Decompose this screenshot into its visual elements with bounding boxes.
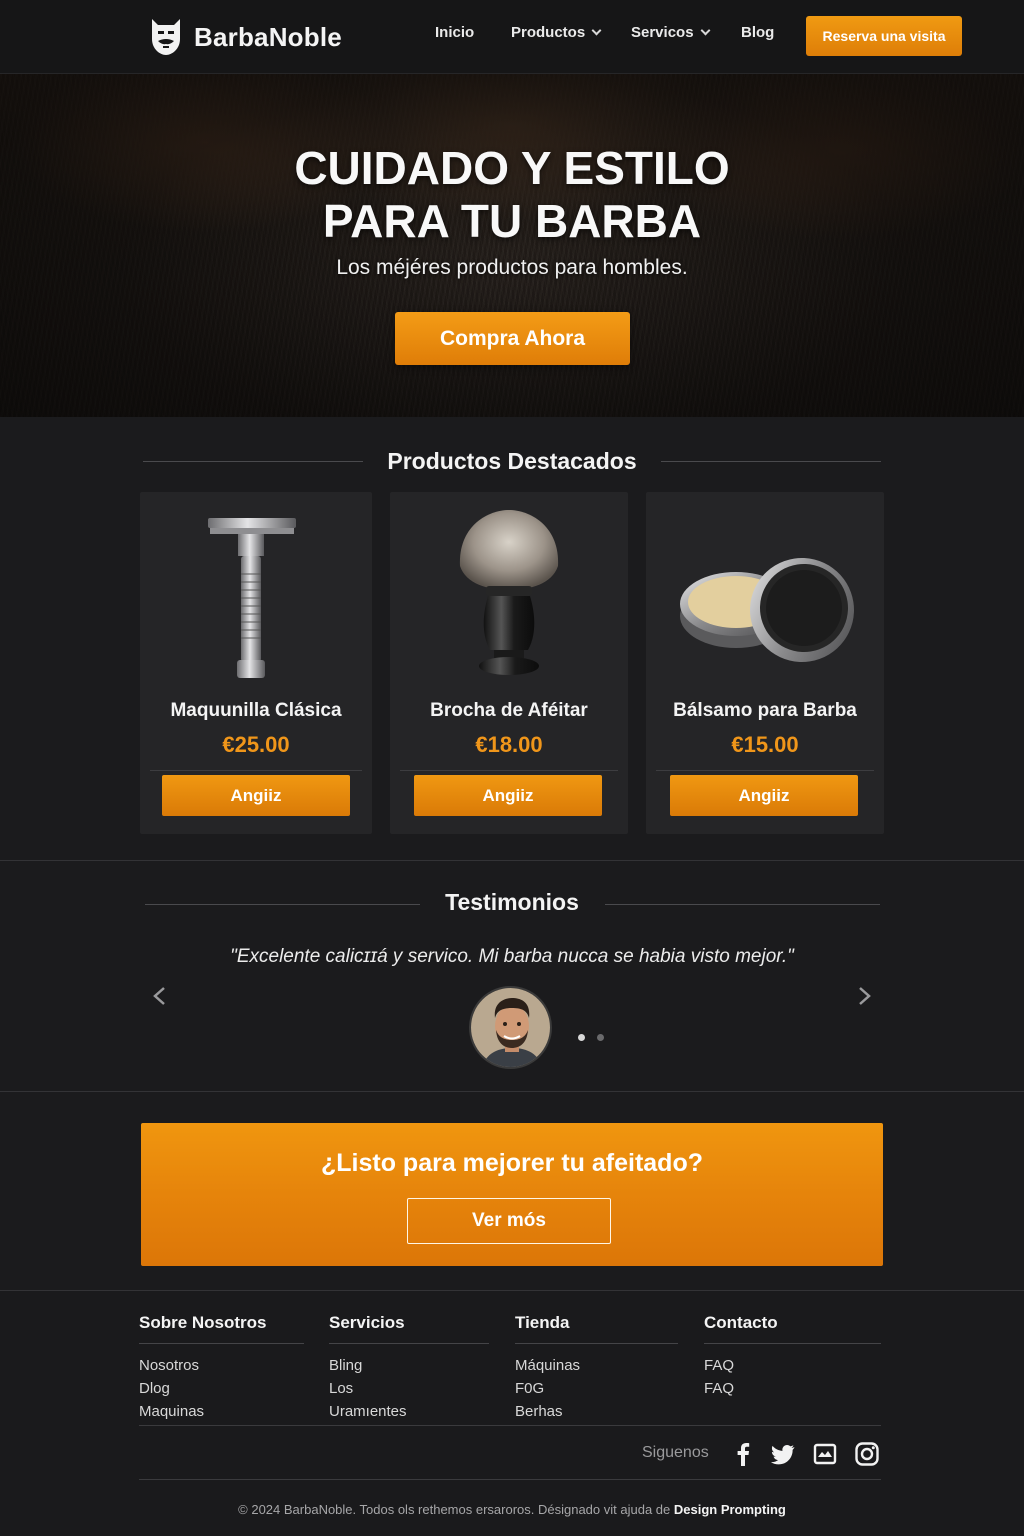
card-divider xyxy=(400,770,618,771)
product-price: €18.00 xyxy=(475,732,543,757)
instagram-link[interactable] xyxy=(854,1441,880,1467)
card-divider xyxy=(656,770,874,771)
hero-title: CUIDADO Y ESTILO PARA TU BARBA xyxy=(0,142,1024,248)
footer-link[interactable]: Uramıentes xyxy=(329,1400,489,1423)
testimonial-quote: "Excelente calicɪɪá y servico. Mi barba … xyxy=(230,946,794,967)
footer-column-contact: Contacto FAQ FAQ xyxy=(704,1313,881,1400)
carousel-dot-active[interactable] xyxy=(578,1034,585,1041)
facebook-link[interactable] xyxy=(730,1441,756,1467)
chevron-down-icon xyxy=(591,25,602,36)
person-portrait-icon xyxy=(471,988,550,1067)
product-card: Brocha de Aféitar €18.00 Anɡiiz xyxy=(390,492,628,834)
twitter-icon xyxy=(770,1444,795,1465)
email-link[interactable] xyxy=(812,1441,838,1467)
shaving-brush-icon xyxy=(459,510,559,675)
shop-now-button[interactable]: Compra Ahora xyxy=(395,312,630,365)
balm-tin-icon xyxy=(680,558,854,662)
section-separator xyxy=(0,1091,1024,1092)
footer-link[interactable]: Nosotros xyxy=(139,1354,304,1377)
nav-link-label: Productos xyxy=(511,24,586,41)
card-divider xyxy=(150,770,362,771)
footer-column-services: Servicios Bling Los Uramıentes xyxy=(329,1313,489,1423)
product-name: Brocha de Aféitar xyxy=(430,700,588,721)
call-to-action-banner: ¿Listo para mejorer tu afeitado? Ver mós xyxy=(141,1123,883,1266)
nav-link-productos[interactable]: Productos xyxy=(511,24,602,41)
hero-title-line-2: PARA TU BARBA xyxy=(322,195,702,247)
footer-separator xyxy=(139,1479,881,1480)
bearded-face-logo-icon xyxy=(152,19,180,55)
copyright-notice: © 2024 BarbaNoble. Todos ols rethemos er… xyxy=(0,1502,1024,1517)
design-credit-link[interactable]: Design Prompting xyxy=(674,1502,786,1517)
footer-link[interactable]: FAQ xyxy=(704,1377,881,1400)
product-price: €25.00 xyxy=(222,732,290,757)
hero-subtitle: Los méjéres productos para hombles. xyxy=(336,256,688,279)
nav-link-blog[interactable]: Blog xyxy=(741,24,774,41)
nav-link-label: Servicos xyxy=(631,24,694,41)
section-divider xyxy=(661,461,881,462)
add-to-cart-button[interactable]: Anɡiiz xyxy=(670,775,858,816)
chevron-right-icon xyxy=(859,987,871,1005)
razor-icon xyxy=(208,518,296,678)
footer-divider xyxy=(329,1343,489,1344)
nav-link-servicios[interactable]: Servicos xyxy=(631,24,710,41)
add-to-cart-button[interactable]: Anɡiiz xyxy=(162,775,350,816)
footer-column-title: Tienda xyxy=(515,1313,570,1332)
site-footer: Sobre Nosotros Nosotros Dlog Maquinas Se… xyxy=(0,1290,1024,1536)
footer-column-about: Sobre Nosotros Nosotros Dlog Maquinas xyxy=(139,1313,304,1423)
product-name: Maquunilla Clásica xyxy=(170,700,342,721)
footer-column-title: Contacto xyxy=(704,1313,778,1332)
product-price: €15.00 xyxy=(731,732,799,757)
nav-link-label: Blog xyxy=(741,24,775,41)
carousel-next-button[interactable] xyxy=(854,986,874,1006)
footer-link[interactable]: Dlog xyxy=(139,1377,304,1400)
product-name: Bálsamo para Barba xyxy=(673,700,857,721)
footer-link[interactable]: F0G xyxy=(515,1377,678,1400)
product-card: Maquunilla Clásica €25.00 Anɡiiz xyxy=(140,492,372,834)
footer-link[interactable]: FAQ xyxy=(704,1354,881,1377)
footer-divider xyxy=(139,1343,304,1344)
top-navbar: BarbaNoble Inicio Productos Servicos Blo… xyxy=(0,0,1024,74)
copyright-text: © 2024 BarbaNoble. Todos ols rethemos er… xyxy=(238,1502,671,1517)
testimonials-title: Testimonios xyxy=(445,889,579,915)
hero-banner: CUIDADO Y ESTILO PARA TU BARBA Los méjér… xyxy=(0,74,1024,417)
cta-title: ¿Listo para mejorer tu afeitado? xyxy=(320,1149,703,1177)
hero-title-line-1: CUIDADO Y ESTILO xyxy=(294,142,730,194)
carousel-prev-button[interactable] xyxy=(150,986,170,1006)
follow-us-label: Siguenos xyxy=(642,1444,709,1461)
mail-icon xyxy=(813,1443,837,1465)
footer-separator xyxy=(139,1425,881,1426)
nav-link-inicio[interactable]: Inicio xyxy=(435,24,474,41)
instagram-icon xyxy=(855,1442,879,1466)
footer-link[interactable]: Los xyxy=(329,1377,489,1400)
footer-link[interactable]: Berhas xyxy=(515,1400,678,1423)
add-to-cart-button[interactable]: Anɡiiz xyxy=(414,775,602,816)
facebook-icon xyxy=(737,1443,750,1466)
footer-link[interactable]: Bling xyxy=(329,1354,489,1377)
footer-divider xyxy=(515,1343,678,1344)
footer-link[interactable]: Maquinas xyxy=(139,1400,304,1423)
footer-divider xyxy=(704,1343,881,1344)
chevron-left-icon xyxy=(153,987,165,1005)
section-divider xyxy=(605,904,880,905)
twitter-link[interactable] xyxy=(770,1441,796,1467)
footer-column-shop: Tienda Máquinas F0G Berhas xyxy=(515,1313,678,1423)
customer-avatar xyxy=(469,986,552,1069)
footer-column-title: Sobre Nosotros xyxy=(139,1313,267,1332)
carousel-dot[interactable] xyxy=(597,1034,604,1041)
footer-link[interactable]: Máquinas xyxy=(515,1354,678,1377)
reserve-visit-button[interactable]: Reserva una visita xyxy=(806,16,962,56)
section-separator xyxy=(0,860,1024,861)
see-more-button[interactable]: Ver mós xyxy=(407,1198,611,1244)
product-card: Bálsamo para Barba €15.00 Anɡiiz xyxy=(646,492,884,834)
brand-name: BarbaNoble xyxy=(194,21,342,52)
brand-logo[interactable]: BarbaNoble xyxy=(150,16,342,58)
chevron-down-icon xyxy=(700,25,710,36)
footer-column-title: Servicios xyxy=(329,1313,405,1332)
nav-link-label: Inicio xyxy=(435,24,475,41)
